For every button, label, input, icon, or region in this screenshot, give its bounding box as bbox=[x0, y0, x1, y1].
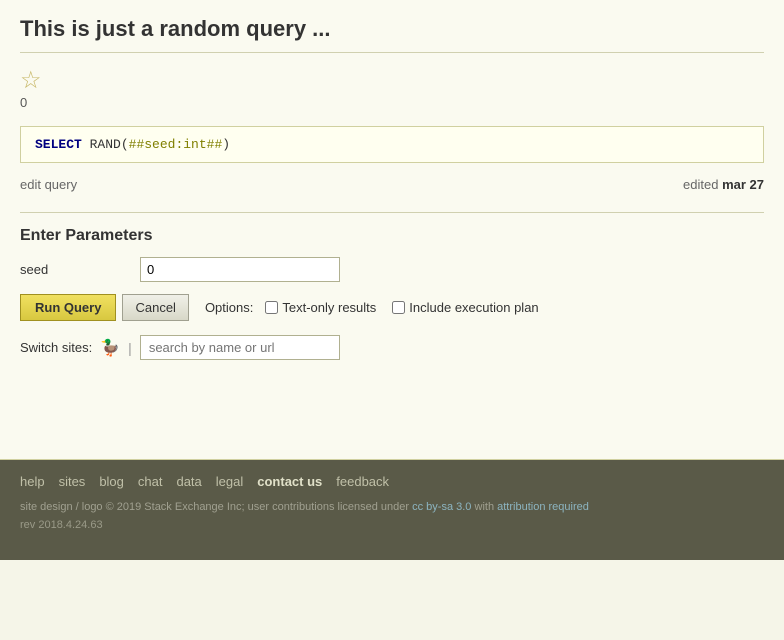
attribution-link[interactable]: attribution required bbox=[497, 501, 589, 513]
text-only-label: Text-only results bbox=[282, 300, 376, 315]
footer-links: help sites blog chat data legal contact us feed… bbox=[20, 474, 764, 489]
footer-link-blog[interactable]: blog bbox=[99, 474, 124, 489]
site-icon: 🦆 bbox=[100, 338, 120, 358]
site-search-input[interactable] bbox=[140, 335, 340, 360]
vote-section: ☆ 0 bbox=[20, 69, 764, 110]
run-query-button[interactable]: Run Query bbox=[20, 294, 116, 321]
footer-link-feedback[interactable]: feedback bbox=[336, 474, 389, 489]
checkbox-group: Text-only results Include execution plan bbox=[265, 300, 538, 315]
footer-link-legal[interactable]: legal bbox=[216, 474, 243, 489]
edited-label: edited bbox=[683, 177, 718, 192]
text-only-option[interactable]: Text-only results bbox=[265, 300, 376, 315]
footer-link-data[interactable]: data bbox=[176, 474, 201, 489]
footer-link-sites[interactable]: sites bbox=[59, 474, 86, 489]
vote-count: 0 bbox=[20, 95, 27, 110]
footer-link-contact-us[interactable]: contact us bbox=[257, 474, 322, 489]
footer-copy: site design / logo © 2019 Stack Exchange… bbox=[20, 499, 764, 517]
code-function: RAND( bbox=[90, 137, 129, 152]
edited-date: mar 27 bbox=[722, 177, 764, 192]
footer-link-help[interactable]: help bbox=[20, 474, 45, 489]
code-param: ##seed:int## bbox=[129, 137, 223, 152]
parameters-title: Enter Parameters bbox=[20, 227, 764, 245]
license-link[interactable]: cc by-sa 3.0 bbox=[412, 501, 471, 513]
seed-input[interactable] bbox=[140, 257, 340, 282]
code-block: SELECT RAND(##seed:int##) bbox=[20, 126, 764, 163]
pipe-divider: | bbox=[128, 340, 132, 356]
query-actions: edit query edited mar 27 bbox=[20, 177, 764, 192]
switch-sites-label: Switch sites: bbox=[20, 340, 92, 355]
code-close-paren: ) bbox=[222, 137, 230, 152]
page-title: This is just a random query ... bbox=[20, 16, 764, 53]
execution-plan-checkbox[interactable] bbox=[392, 301, 405, 314]
parameters-section: Enter Parameters seed Run Query Cancel O… bbox=[20, 227, 764, 360]
execution-plan-label: Include execution plan bbox=[409, 300, 538, 315]
license-with: with bbox=[471, 501, 497, 513]
options-label: Options: bbox=[205, 300, 253, 315]
footer: help sites blog chat data legal contact us feed… bbox=[0, 460, 784, 560]
star-icon[interactable]: ☆ bbox=[20, 69, 42, 93]
footer-rev: rev 2018.4.24.63 bbox=[20, 519, 764, 531]
execution-plan-option[interactable]: Include execution plan bbox=[392, 300, 538, 315]
edit-query-link[interactable]: edit query bbox=[20, 177, 77, 192]
cancel-button[interactable]: Cancel bbox=[122, 294, 188, 321]
copyright-text: site design / logo © 2019 Stack Exchange… bbox=[20, 501, 412, 513]
param-row-seed: seed bbox=[20, 257, 764, 282]
switch-sites-row: Switch sites: 🦆 | bbox=[20, 335, 764, 360]
text-only-checkbox[interactable] bbox=[265, 301, 278, 314]
seed-label: seed bbox=[20, 262, 140, 277]
edited-info: edited mar 27 bbox=[683, 177, 764, 192]
divider bbox=[20, 212, 764, 213]
main-content: This is just a random query ... ☆ 0 SELE… bbox=[0, 0, 784, 460]
buttons-row: Run Query Cancel Options: Text-only resu… bbox=[20, 294, 764, 321]
code-keyword: SELECT bbox=[35, 137, 82, 152]
footer-link-chat[interactable]: chat bbox=[138, 474, 163, 489]
